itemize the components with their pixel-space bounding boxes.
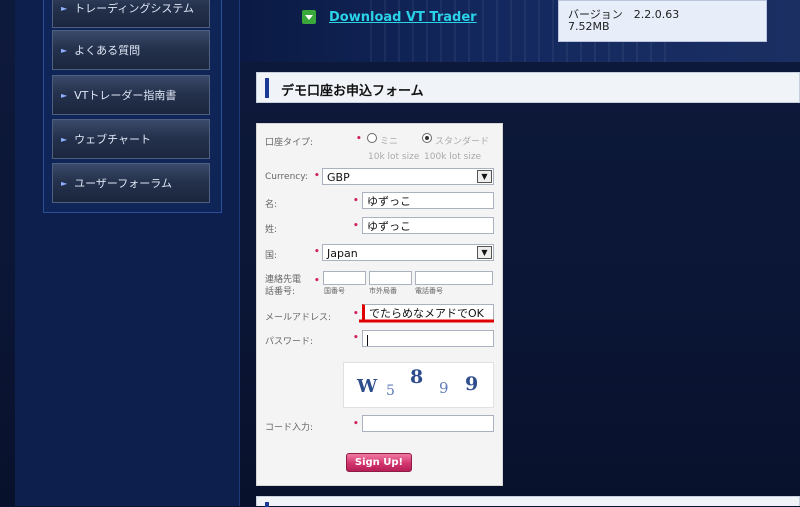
header-marker xyxy=(265,502,269,507)
annotation-overlay xyxy=(359,319,494,323)
next-section-header xyxy=(256,496,800,507)
